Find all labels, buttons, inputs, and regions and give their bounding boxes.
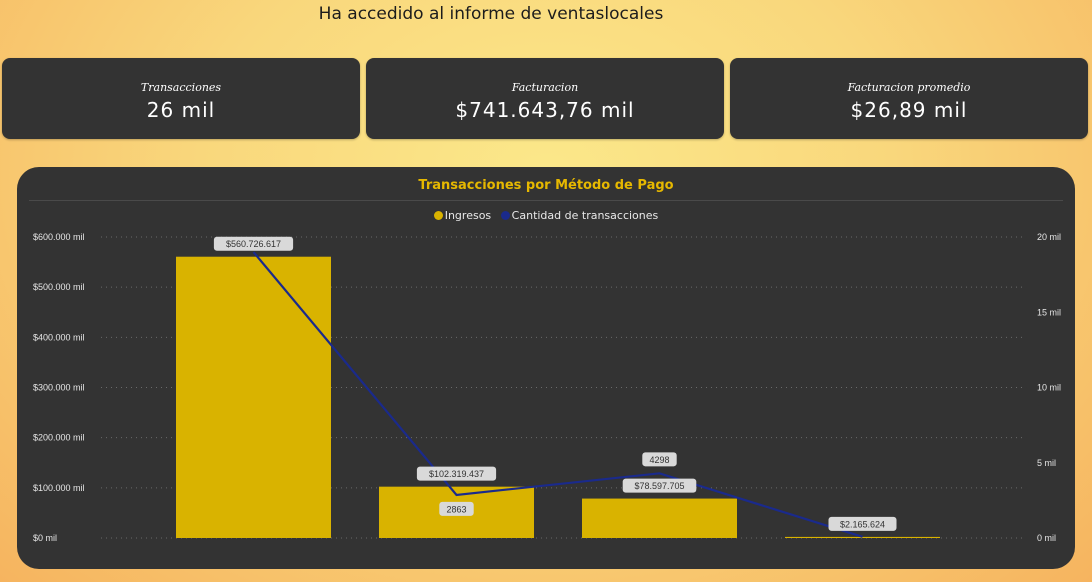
chart-card: Transacciones por Método de Pago Ingreso…	[17, 167, 1075, 569]
y-axis-left-tick-label: $200.000 mil	[33, 433, 85, 443]
y-axis-right-tick-label: 10 mil	[1037, 383, 1061, 393]
bar	[785, 536, 940, 538]
kpi-value: $741.643,76 mil	[455, 98, 635, 122]
kpi-label: Transacciones	[140, 81, 222, 94]
y-axis-left-tick-label: $500.000 mil	[33, 282, 85, 292]
bar	[582, 498, 737, 538]
bar-data-label: $560.726.617	[226, 239, 281, 249]
bar-data-label: $78.597.705	[634, 481, 684, 491]
kpi-label: Facturacion	[511, 81, 579, 94]
kpi-label: Facturacion promedio	[847, 81, 971, 94]
line-data-label: 4298	[649, 455, 669, 465]
y-axis-left-tick-label: $400.000 mil	[33, 332, 85, 342]
y-axis-left-tick-label: $600.000 mil	[33, 232, 85, 242]
kpi-value: 26 mil	[146, 98, 216, 122]
series-line	[252, 251, 863, 538]
y-axis-right-tick-label: 5 mil	[1037, 458, 1056, 468]
chart-plot: $0 mil $100.000 mil $200.000 mil $300.000 m…	[33, 232, 1061, 543]
line-data-label: 2863	[446, 504, 466, 514]
y-axis-right-tick-label: 15 mil	[1037, 307, 1061, 317]
kpi-card-transacciones: Transacciones 26 mil	[2, 58, 360, 139]
bar	[176, 256, 331, 538]
y-axis-left-tick-label: $0 mil	[33, 533, 57, 543]
y-axis-right-tick-label: 0 mil	[1037, 533, 1056, 543]
kpi-card-facturacion: Facturacion $741.643,76 mil	[366, 58, 724, 139]
y-axis-right-tick-label: 20 mil	[1037, 232, 1061, 242]
y-axis-left-tick-label: $100.000 mil	[33, 483, 85, 493]
y-axis-left-tick-label: $300.000 mil	[33, 383, 85, 393]
bar-data-label: $102.319.437	[429, 469, 484, 479]
page-title: Ha accedido al informe de ventaslocales	[318, 4, 664, 24]
kpi-card-facturacion-promedio: Facturacion promedio $26,89 mil	[730, 58, 1088, 139]
bar-data-label: $2.165.624	[840, 519, 885, 529]
kpi-value: $26,89 mil	[850, 98, 968, 122]
